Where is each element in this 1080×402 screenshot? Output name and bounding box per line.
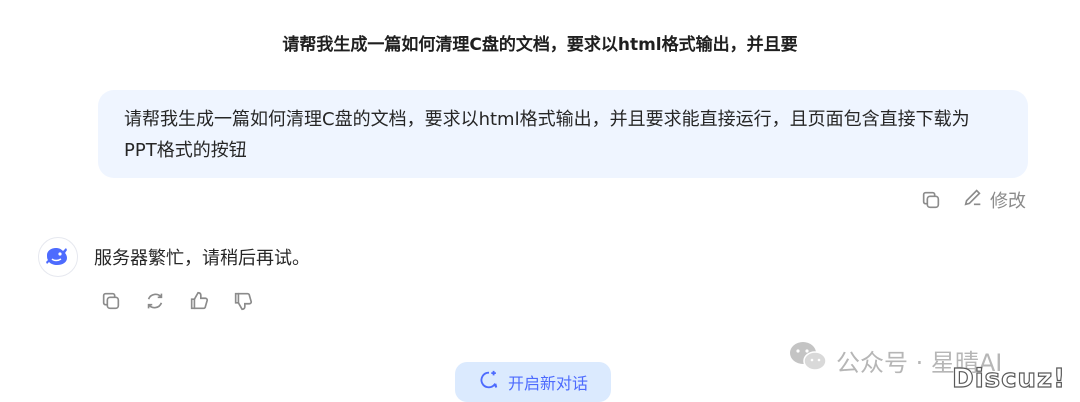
copy-icon[interactable] [98,288,124,314]
chat-page: 请帮我生成一篇如何清理C盘的文档，要求以html格式输出，并且要 请帮我生成一篇… [0,0,1080,402]
assistant-message: 服务器繁忙，请稍后再试。 [38,237,310,277]
edit-label: 修改 [990,190,1026,212]
pencil-icon [962,186,984,213]
copy-icon[interactable] [918,187,944,213]
edit-button[interactable]: 修改 [962,186,1026,213]
new-chat-button[interactable]: 开启新对话 [455,362,611,402]
assistant-message-actions [98,288,256,314]
user-message-text: 请帮我生成一篇如何清理C盘的文档，要求以html格式输出，并且要求能直接运行，且… [124,109,970,161]
chat-title: 请帮我生成一篇如何清理C盘的文档，要求以html格式输出，并且要 [282,35,798,55]
whale-icon [44,243,72,271]
assistant-avatar [38,237,78,277]
new-chat-label: 开启新对话 [507,374,588,393]
user-message-actions: 修改 [918,186,1026,213]
user-message-bubble: 请帮我生成一篇如何清理C盘的文档，要求以html格式输出，并且要求能直接运行，且… [98,90,1028,178]
assistant-message-text: 服务器繁忙，请稍后再试。 [94,248,310,269]
wechat-icon [788,340,828,380]
thumbs-down-icon[interactable] [230,288,256,314]
new-chat-icon [478,369,500,395]
discuz-watermark: Discuz! [952,363,1066,394]
refresh-icon[interactable] [142,288,168,314]
thumbs-up-icon[interactable] [186,288,212,314]
